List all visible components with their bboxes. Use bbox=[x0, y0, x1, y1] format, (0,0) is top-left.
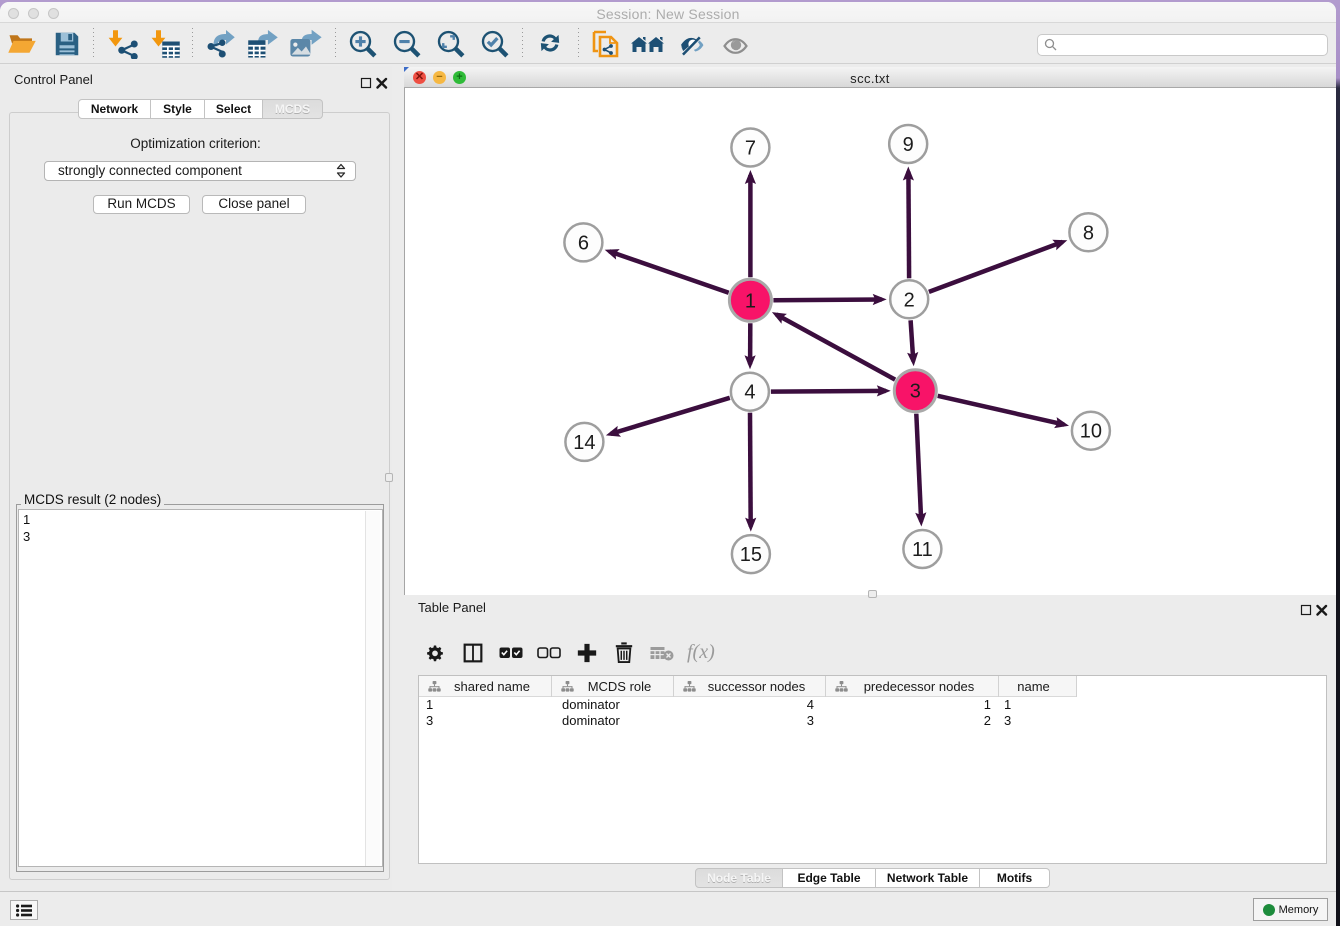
svg-text:6: 6 bbox=[578, 232, 589, 254]
svg-text:10: 10 bbox=[1080, 421, 1102, 443]
svg-text:1: 1 bbox=[745, 290, 756, 312]
svg-text:11: 11 bbox=[912, 539, 933, 561]
svg-text:4: 4 bbox=[744, 382, 755, 404]
svg-text:7: 7 bbox=[745, 138, 756, 160]
svg-text:8: 8 bbox=[1083, 222, 1094, 244]
svg-text:3: 3 bbox=[910, 381, 921, 403]
svg-text:15: 15 bbox=[740, 544, 762, 566]
svg-text:9: 9 bbox=[903, 134, 914, 156]
svg-text:14: 14 bbox=[573, 432, 595, 454]
svg-text:2: 2 bbox=[904, 289, 915, 311]
